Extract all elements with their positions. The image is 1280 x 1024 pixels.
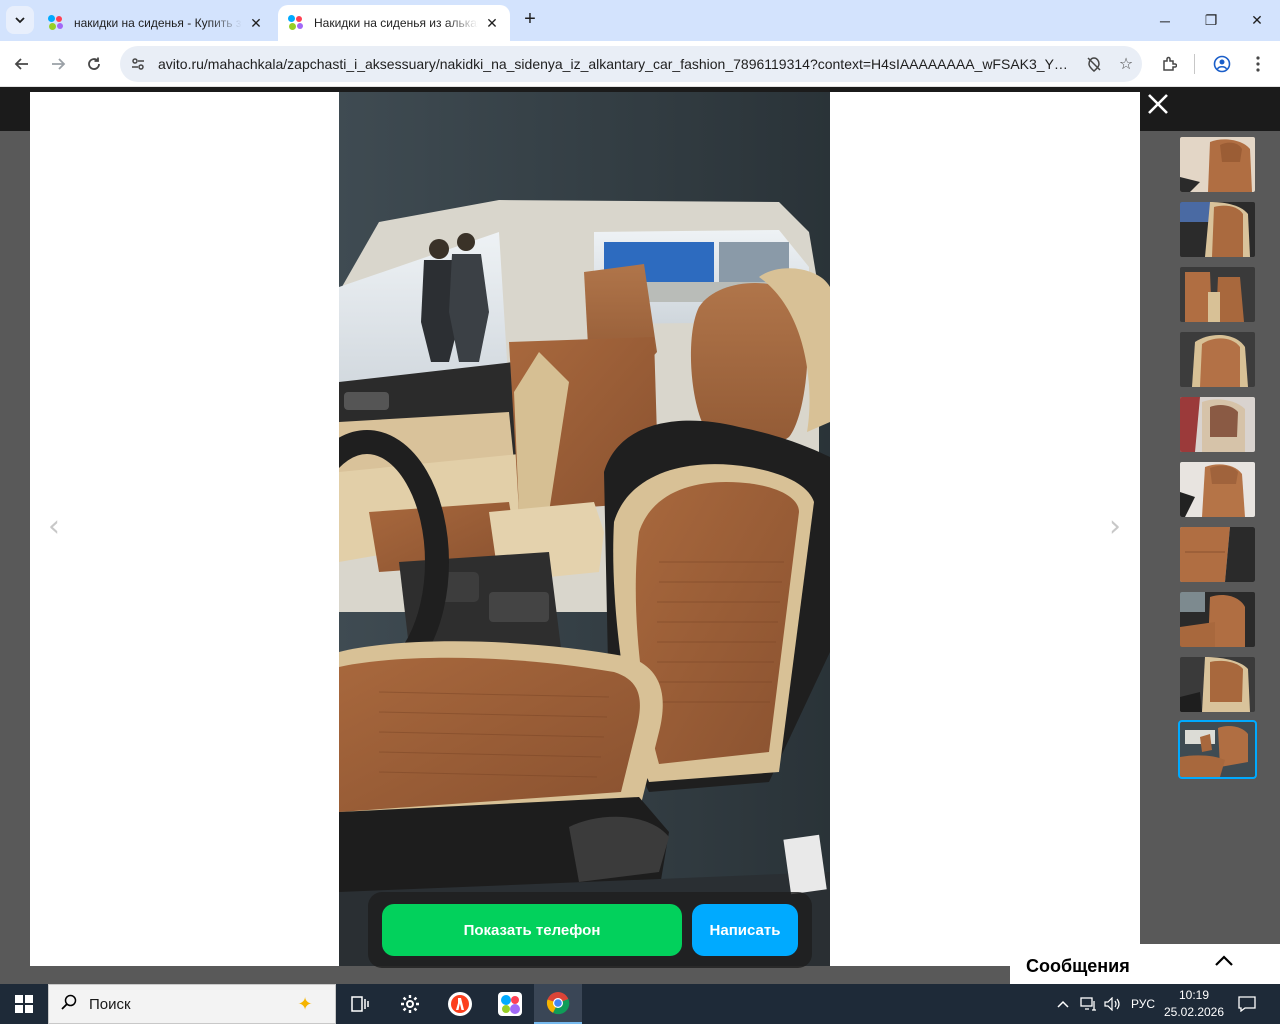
browser-tab-listing[interactable]: Накидки на сиденья из алькан ✕ — [278, 5, 510, 41]
write-message-button[interactable]: Написать — [692, 904, 798, 956]
browser-tab-search-results[interactable]: накидки на сиденья - Купить з ✕ — [38, 5, 274, 41]
task-view-icon — [351, 996, 369, 1012]
thumbnail-10-selected[interactable] — [1178, 720, 1257, 779]
reload-button[interactable] — [79, 49, 109, 79]
search-icon — [49, 994, 89, 1015]
close-gallery-button[interactable] — [1144, 90, 1172, 118]
back-button[interactable] — [7, 49, 37, 79]
bookmark-star-icon[interactable]: ☆ — [1110, 48, 1142, 80]
avito-app-button[interactable] — [486, 984, 534, 1024]
yandex-browser-icon — [448, 992, 472, 1016]
browser-menu-icon[interactable] — [1243, 49, 1273, 79]
thumbnail-8[interactable] — [1180, 592, 1255, 647]
maximize-button[interactable]: ❐ — [1188, 0, 1234, 41]
tab-title: Накидки на сиденья из алькан — [314, 16, 478, 30]
thumbnail-4[interactable] — [1180, 332, 1255, 387]
chrome-icon — [546, 992, 570, 1015]
arrow-right-icon — [52, 58, 66, 70]
gear-icon — [401, 995, 419, 1013]
address-bar[interactable]: avito.ru/mahachkala/zapchasti_i_aksessua… — [120, 46, 1142, 82]
page-overlay: ‹ › Сообщения Показать телефон Написать — [0, 87, 1280, 984]
system-clock[interactable]: 10:19 25.02.2026 — [1160, 987, 1228, 1021]
main-photo-car-seat-covers[interactable] — [339, 92, 830, 966]
taskbar-search[interactable]: Поиск ✦ — [48, 984, 336, 1024]
windows-taskbar: Поиск ✦ РУС 10:19 25.02.2026 — [0, 984, 1280, 1024]
thumbnail-6[interactable] — [1180, 462, 1255, 517]
site-info-icon[interactable] — [124, 50, 152, 78]
tab-close-icon[interactable]: ✕ — [484, 15, 500, 31]
thumbnail-2[interactable] — [1180, 202, 1255, 257]
notifications-icon[interactable] — [1238, 984, 1256, 1024]
browser-toolbar: avito.ru/mahachkala/zapchasti_i_aksessua… — [0, 41, 1280, 87]
windows-logo-icon — [15, 995, 33, 1013]
clock-time: 10:19 — [1178, 988, 1210, 1002]
clock-date: 25.02.2026 — [1163, 1005, 1225, 1019]
avito-app-icon — [498, 992, 522, 1016]
extensions-icon[interactable] — [1154, 49, 1184, 79]
thumbnail-3[interactable] — [1180, 267, 1255, 322]
tray-chevron-up-icon[interactable] — [1056, 984, 1070, 1024]
task-view-button[interactable] — [336, 984, 384, 1024]
thumbnail-7[interactable] — [1180, 527, 1255, 582]
avito-favicon-icon — [48, 15, 64, 31]
toolbar-divider — [1194, 54, 1195, 74]
settings-app-button[interactable] — [386, 984, 434, 1024]
reload-icon — [88, 57, 100, 70]
arrow-left-icon — [14, 58, 28, 70]
tracking-protection-icon[interactable] — [1078, 48, 1110, 80]
new-tab-button[interactable]: + — [518, 8, 542, 32]
copilot-sparkle-icon: ✦ — [297, 993, 313, 1014]
input-language[interactable]: РУС — [1131, 984, 1155, 1024]
forward-button[interactable] — [43, 49, 73, 79]
chevron-up-icon — [1214, 948, 1234, 974]
profile-avatar-icon[interactable] — [1207, 49, 1237, 79]
tab-search-button[interactable] — [6, 6, 34, 34]
yandex-browser-button[interactable] — [436, 984, 484, 1024]
start-button[interactable] — [0, 984, 48, 1024]
close-window-button[interactable]: ✕ — [1234, 0, 1280, 41]
car-seat-photo — [339, 92, 830, 966]
contact-actions-bar: Показать телефон Написать — [368, 892, 812, 968]
network-icon[interactable] — [1080, 984, 1098, 1024]
avito-favicon-icon — [288, 15, 304, 31]
search-placeholder: Поиск — [89, 995, 131, 1013]
thumbnail-9[interactable] — [1180, 657, 1255, 712]
messages-panel-toggle[interactable]: Сообщения — [1010, 944, 1280, 984]
browser-tab-strip: накидки на сиденья - Купить з ✕ Накидки … — [0, 0, 1280, 41]
tab-close-icon[interactable]: ✕ — [248, 15, 264, 31]
chevron-down-icon — [15, 17, 25, 24]
messages-label: Сообщения — [1026, 956, 1130, 976]
show-phone-button[interactable]: Показать телефон — [382, 904, 682, 956]
minimize-button[interactable]: ─ — [1142, 0, 1188, 41]
prev-photo-arrow[interactable]: ‹ — [44, 507, 64, 547]
thumbnail-5[interactable] — [1180, 397, 1255, 452]
close-icon — [1148, 94, 1168, 114]
chrome-app-button[interactable] — [534, 984, 582, 1024]
volume-icon[interactable] — [1104, 984, 1122, 1024]
thumbnail-1[interactable] — [1180, 137, 1255, 192]
url-text[interactable]: avito.ru/mahachkala/zapchasti_i_aksessua… — [152, 56, 1078, 72]
tab-title: накидки на сиденья - Купить з — [74, 16, 242, 30]
next-photo-arrow[interactable]: › — [1105, 507, 1125, 547]
